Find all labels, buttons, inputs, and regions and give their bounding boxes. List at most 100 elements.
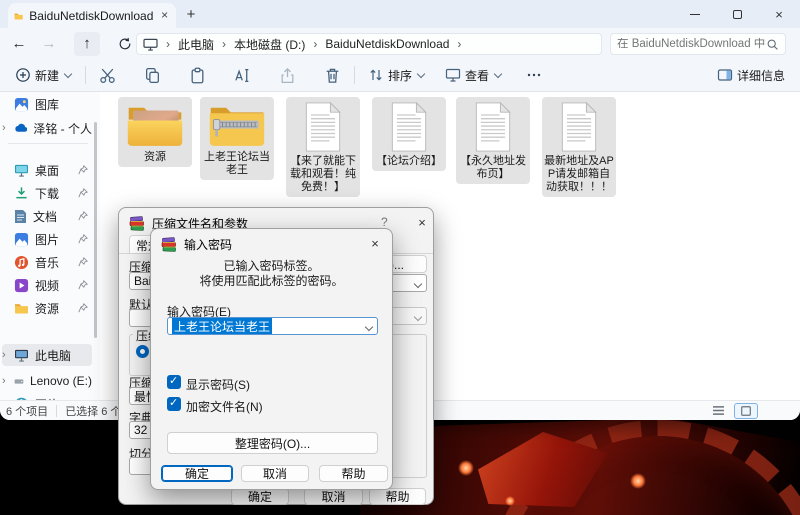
password-dialog-close-icon[interactable]: × <box>364 235 386 253</box>
sidebar-item-ziyuan-folder[interactable]: 资源 <box>2 297 92 319</box>
rename-icon <box>234 67 251 84</box>
breadcrumb-segment-drive-d[interactable]: 本地磁盘 (D:) <box>234 36 305 53</box>
password-message-line2: 将使用匹配此标签的密码。 <box>151 274 392 289</box>
download-icon <box>14 186 29 200</box>
this-pc-icon <box>14 349 29 362</box>
text-file-icon <box>389 102 429 152</box>
sidebar-scrollbar[interactable] <box>94 122 97 338</box>
password-cancel-button[interactable]: 取消 <box>241 465 309 482</box>
pin-icon <box>78 257 88 267</box>
password-help-button[interactable]: 帮助 <box>319 465 388 482</box>
archive-cancel-button[interactable]: 取消 <box>304 488 363 505</box>
sidebar-item-label: 此电脑 <box>35 347 71 364</box>
chevron-down-icon <box>494 69 502 77</box>
sidebar-item-lenovo-drive[interactable]: › Lenovo (E:) <box>2 370 92 392</box>
tab-close-icon[interactable]: × <box>159 8 170 24</box>
enter-password-dialog: 输入密码 × 已输入密码标签。 将使用匹配此标签的密码。 输入密码(E) 上老王… <box>150 228 393 490</box>
pictures-icon <box>14 232 29 247</box>
explorer-tab[interactable]: BaiduNetdiskDownload × <box>8 3 176 28</box>
breadcrumb-separator-icon[interactable]: › <box>166 37 170 51</box>
new-tab-button[interactable]: + <box>180 5 202 25</box>
sidebar-item-desktop[interactable]: 桌面 <box>2 159 92 181</box>
dict-size-value: 32 <box>134 423 147 437</box>
copy-button[interactable] <box>139 63 166 88</box>
details-pane-button[interactable]: 详细信息 <box>712 63 790 88</box>
rename-button[interactable] <box>229 63 256 88</box>
encrypt-filenames-checkbox[interactable] <box>167 397 181 411</box>
archive-help-label: 帮助 <box>385 488 409 505</box>
music-icon <box>14 255 29 270</box>
close-button[interactable]: × <box>758 0 800 28</box>
file-tile-txt-2[interactable]: 【论坛介绍】 <box>372 97 446 171</box>
breadcrumb-separator-icon[interactable]: › <box>457 37 461 51</box>
breadcrumb-separator-icon[interactable]: › <box>313 37 317 51</box>
sidebar-item-label: 资源 <box>35 300 59 317</box>
refresh-button[interactable] <box>112 32 138 56</box>
archive-help-button[interactable]: 帮助 <box>369 488 426 505</box>
share-button[interactable] <box>274 63 301 88</box>
pin-icon <box>78 211 88 221</box>
sidebar-item-onedrive[interactable]: › 泽铭 - 个人 <box>2 117 92 139</box>
cut-button[interactable] <box>94 63 121 88</box>
maximize-button[interactable] <box>716 0 758 28</box>
sidebar-item-label: 图片 <box>35 231 59 248</box>
sidebar-item-documents[interactable]: 文档 <box>2 205 92 227</box>
archive-ok-button[interactable]: 确定 <box>231 488 289 505</box>
pin-icon <box>78 234 88 244</box>
breadcrumb-separator-icon[interactable]: › <box>222 37 226 51</box>
folder-image-icon <box>126 102 184 148</box>
sidebar-item-label: 桌面 <box>35 162 59 179</box>
show-password-checkbox[interactable] <box>167 375 181 389</box>
delete-button[interactable] <box>319 63 346 88</box>
tab-bar: BaiduNetdiskDownload × + × <box>0 0 800 28</box>
view-button[interactable]: 查看 <box>440 63 507 88</box>
up-button[interactable]: ↑ <box>74 32 100 56</box>
search-box[interactable] <box>610 33 786 55</box>
password-cancel-label: 取消 <box>263 465 287 482</box>
search-input[interactable] <box>617 38 766 50</box>
password-combo[interactable]: 上老王论坛当老王 <box>167 317 378 335</box>
sidebar-item-music[interactable]: 音乐 <box>2 251 92 273</box>
breadcrumb-segment-folder[interactable]: BaiduNetdiskDownload <box>325 37 449 51</box>
file-tile-txt-4[interactable]: 最新地址及APP请发邮箱自动获取！！！ <box>542 97 616 197</box>
breadcrumb-segment-this-pc[interactable]: 此电脑 <box>178 36 214 53</box>
folder-zip-icon <box>208 102 266 148</box>
sidebar-item-downloads[interactable]: 下载 <box>2 182 92 204</box>
file-tile-ziyuan[interactable]: 资源 <box>118 97 192 167</box>
sidebar-item-pictures[interactable]: 图片 <box>2 228 92 250</box>
chevron-right-icon[interactable]: › <box>2 349 6 361</box>
minimize-button[interactable] <box>674 0 716 28</box>
file-tile-zip-folder[interactable]: 上老王论坛当老王 <box>200 97 274 180</box>
navigation-pane: 图库 › 泽铭 - 个人 桌面 下载 文档 <box>0 92 100 400</box>
icons-view-toggle[interactable] <box>734 403 758 419</box>
chevron-right-icon[interactable]: › <box>2 375 6 387</box>
forward-button[interactable]: → <box>36 32 62 56</box>
sidebar-item-this-pc[interactable]: › 此电脑 <box>2 344 92 366</box>
password-message-line1: 已输入密码标签。 <box>151 259 392 274</box>
details-view-toggle[interactable] <box>706 403 730 419</box>
file-tile-txt-3[interactable]: 【永久地址发布页】 <box>456 97 530 184</box>
password-ok-button[interactable]: 确定 <box>161 465 233 482</box>
sort-button[interactable]: 排序 <box>363 63 430 88</box>
archive-dialog-close-icon[interactable]: × <box>411 214 433 232</box>
file-tile-txt-1[interactable]: 【来了就能下载和观看！纯免费！】 <box>286 97 360 197</box>
status-divider <box>56 405 57 417</box>
new-button[interactable]: 新建 <box>10 63 77 88</box>
password-message: 已输入密码标签。 将使用匹配此标签的密码。 <box>151 259 392 289</box>
sidebar-item-label: 泽铭 - 个人 <box>33 120 92 137</box>
dialog-help-icon[interactable]: ? <box>381 215 388 229</box>
sidebar-item-videos[interactable]: 视频 <box>2 274 92 296</box>
paste-button[interactable] <box>184 63 211 88</box>
organize-passwords-button[interactable]: 整理密码(O)... <box>167 432 378 454</box>
pin-icon <box>78 303 88 313</box>
breadcrumb: › 此电脑 › 本地磁盘 (D:) › BaiduNetdiskDownload… <box>136 33 602 55</box>
sidebar-item-gallery[interactable]: 图库 <box>2 93 92 115</box>
password-help-label: 帮助 <box>341 465 365 482</box>
folder-icon <box>14 302 29 314</box>
view-toggles <box>706 403 758 419</box>
back-button[interactable]: ← <box>6 32 32 56</box>
format-rar-radio[interactable] <box>136 345 149 358</box>
chevron-right-icon[interactable]: › <box>2 122 6 134</box>
more-options-button[interactable] <box>521 63 547 87</box>
chevron-down-icon <box>417 69 425 77</box>
